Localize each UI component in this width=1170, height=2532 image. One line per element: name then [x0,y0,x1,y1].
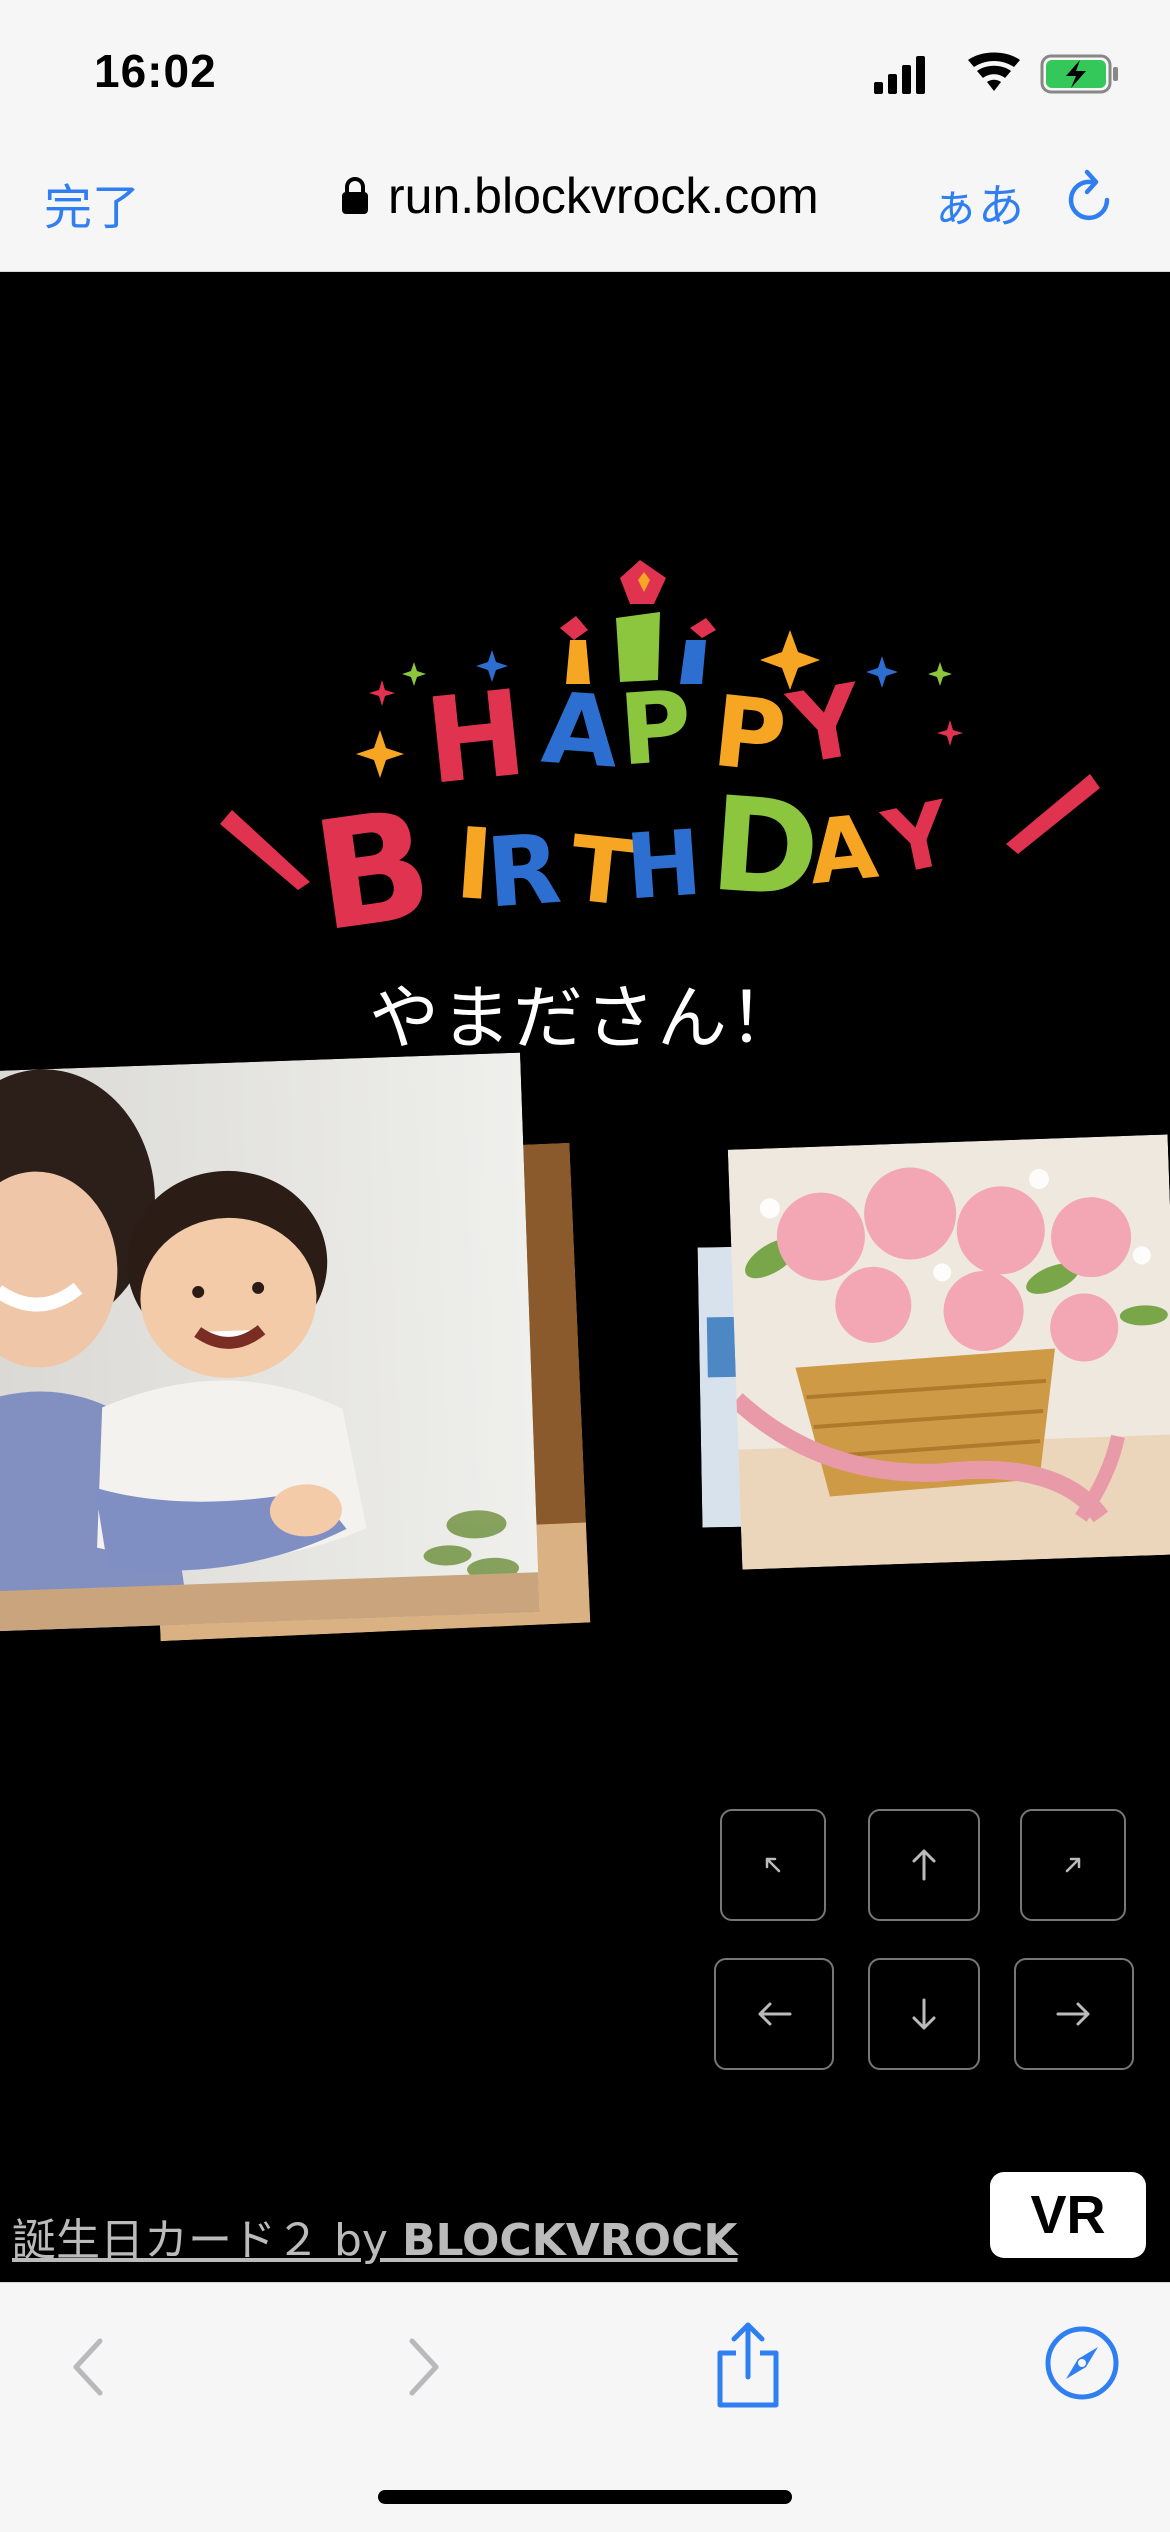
logo-letter: P [616,670,696,789]
right-arrow-icon [1056,2002,1090,2026]
left-arrow-icon [758,2002,792,2026]
lock-icon [342,177,368,214]
address-bar[interactable]: run.blockvrock.com [340,168,819,224]
status-time: 16:02 [94,45,217,97]
logo-letter: D [706,768,824,927]
reader-options-button[interactable]: ぁあ [932,170,1024,236]
logo-letter: B [304,777,441,965]
vr-canvas[interactable]: H A P P Y B I R T H D A Y やまださん！ 誕生日カード２… [0,272,1170,2282]
forward-icon[interactable] [384,2327,464,2407]
credit-prefix: 誕生日カード２ by [12,2215,402,2266]
home-indicator [378,2490,792,2504]
credit-link[interactable]: 誕生日カード２ by BLOCKVROCK [12,2204,737,2268]
logo-letter: Y [875,781,961,895]
nav-right-button[interactable] [1014,1958,1134,2070]
done-button[interactable]: 完了 [44,168,140,238]
nav-down-button[interactable] [868,1958,980,2070]
up-left-arrow-icon [765,1857,781,1873]
vr-button[interactable]: VR [990,2172,1146,2258]
up-arrow-icon [912,1849,936,1881]
status-icons [870,52,1120,96]
up-right-arrow-icon [1065,1857,1081,1873]
logo-letter: A [538,672,622,791]
logo-letter: A [804,795,883,905]
flower-basket-photo [727,1134,1170,1570]
candle-decoration [560,560,716,684]
browser-header: 16:02 完了 run.blockvrock.com ぁあ [0,0,1170,272]
url-text: run.blockvrock.com [388,168,819,224]
logo-letter: H [419,663,532,811]
nav-up-button[interactable] [868,1809,980,1921]
logo-letter: H [623,811,705,921]
share-icon[interactable] [710,2319,786,2411]
dash-decoration-left [220,810,310,890]
down-arrow-icon [912,1998,936,2030]
battery-charging-icon [1040,54,1118,94]
nav-left-button[interactable] [714,1958,834,2070]
compass-icon[interactable] [1040,2321,1124,2405]
signal-icon [874,56,925,94]
reload-icon[interactable] [1063,166,1119,228]
family-photo [0,1052,540,1632]
nav-up-right-button[interactable] [1020,1809,1126,1921]
logo-letter: Y [780,663,872,788]
back-icon[interactable] [48,2327,128,2407]
logo-letter: R [483,813,565,930]
recipient-name: やまださん！ [369,977,801,1059]
wifi-icon [968,52,1020,91]
dash-decoration-right [1006,774,1100,854]
credit-brand: BLOCKVROCK [401,2215,738,2266]
nav-up-left-button[interactable] [720,1809,826,1921]
